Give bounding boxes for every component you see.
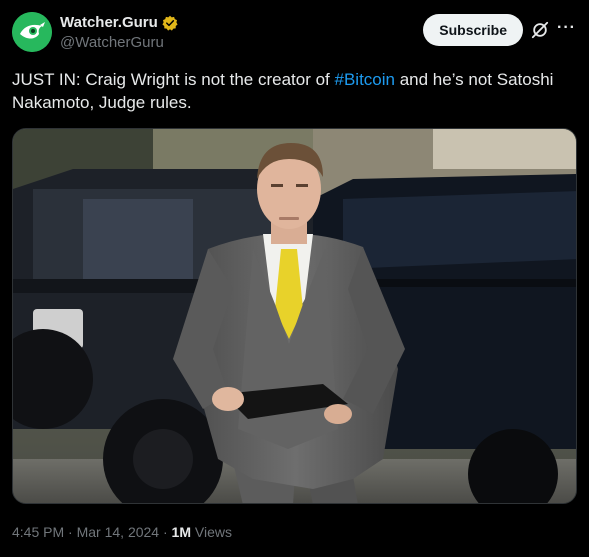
author-display-name[interactable]: Watcher.Guru (60, 14, 158, 32)
tweet-text: JUST IN: Craig Wright is not the creator… (12, 68, 577, 114)
photo-man-in-grey-suit (13, 129, 576, 503)
views-label: Views (191, 524, 232, 540)
author-display-name-row[interactable]: Watcher.Guru (60, 14, 178, 32)
tweet-text-part: JUST IN: Craig Wright is not the creator… (12, 70, 335, 89)
tweet-date[interactable]: Mar 14, 2024 (77, 524, 160, 540)
author-handle[interactable]: @WatcherGuru (60, 33, 178, 53)
grok-icon[interactable] (531, 21, 549, 39)
tweet-header: Watcher.Guru @WatcherGuru Subscribe ··· (12, 12, 577, 54)
tweet-meta: 4:45 PM · Mar 14, 2024 · 1M Views (12, 522, 232, 542)
views-count: 1M (171, 524, 191, 540)
avatar[interactable] (12, 12, 52, 52)
hashtag-link[interactable]: #Bitcoin (335, 70, 395, 89)
tweet-photo[interactable] (12, 128, 577, 504)
tweet-time[interactable]: 4:45 PM (12, 524, 64, 540)
separator: · (159, 524, 172, 540)
watcher-guru-logo-icon (12, 12, 52, 52)
more-options-icon[interactable]: ··· (557, 20, 577, 39)
author-names: Watcher.Guru @WatcherGuru (60, 14, 178, 53)
verified-badge-icon[interactable] (162, 15, 178, 31)
separator: · (64, 524, 77, 540)
subscribe-button[interactable]: Subscribe (423, 14, 523, 46)
